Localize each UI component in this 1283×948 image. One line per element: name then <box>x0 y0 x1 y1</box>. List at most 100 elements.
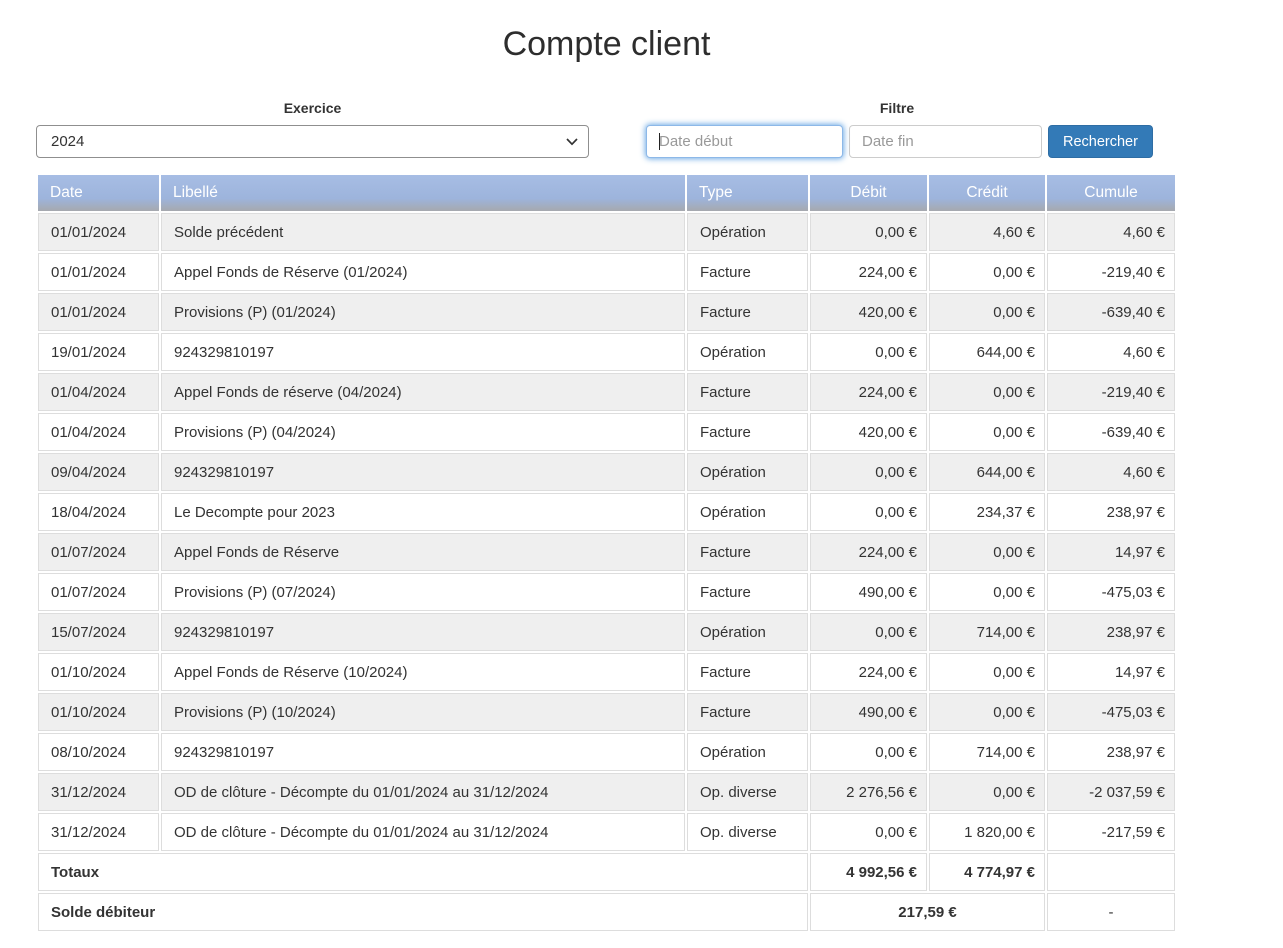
table-row: 15/07/2024924329810197Opération0,00 €714… <box>38 613 1175 651</box>
cell-credit: 0,00 € <box>929 253 1045 291</box>
cell-date: 19/01/2024 <box>38 333 159 371</box>
cell-libelle: Appel Fonds de Réserve <box>161 533 685 571</box>
cell-debit: 2 276,56 € <box>810 773 927 811</box>
solde-debiteur-value: 217,59 € <box>810 893 1045 931</box>
filter-bar: Exercice 2024 Filtre Rechercher <box>36 100 1177 158</box>
cell-debit: 224,00 € <box>810 653 927 691</box>
table-row: 01/10/2024Appel Fonds de Réserve (10/202… <box>38 653 1175 691</box>
cell-cumule: -475,03 € <box>1047 573 1175 611</box>
totaux-cumule <box>1047 853 1175 891</box>
cell-libelle: OD de clôture - Décompte du 01/01/2024 a… <box>161 813 685 851</box>
cell-type: Facture <box>687 653 808 691</box>
cell-credit: 0,00 € <box>929 653 1045 691</box>
cell-debit: 0,00 € <box>810 453 927 491</box>
cell-date: 09/04/2024 <box>38 453 159 491</box>
cell-libelle: Le Decompte pour 2023 <box>161 493 685 531</box>
exercice-label: Exercice <box>36 100 589 116</box>
cell-libelle: Appel Fonds de réserve (04/2024) <box>161 373 685 411</box>
cell-date: 01/10/2024 <box>38 693 159 731</box>
cell-credit: 0,00 € <box>929 373 1045 411</box>
exercice-select[interactable]: 2024 <box>36 125 589 158</box>
table-row: 18/04/2024Le Decompte pour 2023Opération… <box>38 493 1175 531</box>
cell-type: Facture <box>687 413 808 451</box>
cell-libelle: Appel Fonds de Réserve (10/2024) <box>161 653 685 691</box>
table-body: 01/01/2024Solde précédentOpération0,00 €… <box>38 213 1175 851</box>
cell-debit: 490,00 € <box>810 573 927 611</box>
cell-debit: 420,00 € <box>810 413 927 451</box>
text-cursor <box>659 133 660 150</box>
table-row: 01/01/2024Provisions (P) (01/2024)Factur… <box>38 293 1175 331</box>
cell-credit: 0,00 € <box>929 773 1045 811</box>
cell-credit: 234,37 € <box>929 493 1045 531</box>
cell-type: Facture <box>687 253 808 291</box>
cell-date: 01/01/2024 <box>38 213 159 251</box>
totaux-row: Totaux 4 992,56 € 4 774,97 € <box>38 853 1175 891</box>
cell-date: 01/01/2024 <box>38 293 159 331</box>
table-row: 01/04/2024Appel Fonds de réserve (04/202… <box>38 373 1175 411</box>
cell-type: Facture <box>687 573 808 611</box>
cell-cumule: 238,97 € <box>1047 493 1175 531</box>
rechercher-button[interactable]: Rechercher <box>1048 125 1153 158</box>
cell-debit: 420,00 € <box>810 293 927 331</box>
cell-debit: 490,00 € <box>810 693 927 731</box>
solde-debiteur-cumule: - <box>1047 893 1175 931</box>
cell-credit: 0,00 € <box>929 693 1045 731</box>
cell-credit: 0,00 € <box>929 573 1045 611</box>
column-header-libelle: Libellé <box>161 175 685 211</box>
cell-cumule: 4,60 € <box>1047 453 1175 491</box>
cell-credit: 0,00 € <box>929 293 1045 331</box>
cell-date: 18/04/2024 <box>38 493 159 531</box>
cell-credit: 1 820,00 € <box>929 813 1045 851</box>
cell-debit: 0,00 € <box>810 613 927 651</box>
cell-credit: 0,00 € <box>929 533 1045 571</box>
cell-type: Op. diverse <box>687 813 808 851</box>
cell-cumule: 238,97 € <box>1047 613 1175 651</box>
cell-debit: 0,00 € <box>810 493 927 531</box>
cell-cumule: 4,60 € <box>1047 333 1175 371</box>
cell-cumule: 14,97 € <box>1047 653 1175 691</box>
table-row: 19/01/2024924329810197Opération0,00 €644… <box>38 333 1175 371</box>
cell-cumule: -639,40 € <box>1047 413 1175 451</box>
cell-date: 08/10/2024 <box>38 733 159 771</box>
cell-libelle: 924329810197 <box>161 733 685 771</box>
cell-type: Opération <box>687 613 808 651</box>
cell-libelle: Appel Fonds de Réserve (01/2024) <box>161 253 685 291</box>
table-row: 01/07/2024Provisions (P) (07/2024)Factur… <box>38 573 1175 611</box>
table-row: 31/12/2024OD de clôture - Décompte du 01… <box>38 773 1175 811</box>
cell-type: Opération <box>687 493 808 531</box>
cell-type: Facture <box>687 533 808 571</box>
cell-date: 01/07/2024 <box>38 533 159 571</box>
cell-date: 31/12/2024 <box>38 813 159 851</box>
cell-libelle: 924329810197 <box>161 613 685 651</box>
cell-cumule: -219,40 € <box>1047 373 1175 411</box>
cell-libelle: OD de clôture - Décompte du 01/01/2024 a… <box>161 773 685 811</box>
filtre-group: Filtre Rechercher <box>646 100 1148 158</box>
date-debut-input[interactable] <box>646 125 843 158</box>
page-title: Compte client <box>36 24 1177 64</box>
table-row: 31/12/2024OD de clôture - Décompte du 01… <box>38 813 1175 851</box>
cell-debit: 224,00 € <box>810 253 927 291</box>
cell-cumule: -2 037,59 € <box>1047 773 1175 811</box>
totaux-debit: 4 992,56 € <box>810 853 927 891</box>
cell-libelle: Provisions (P) (10/2024) <box>161 693 685 731</box>
exercice-group: Exercice 2024 <box>36 100 589 158</box>
table-row: 08/10/2024924329810197Opération0,00 €714… <box>38 733 1175 771</box>
date-fin-input[interactable] <box>849 125 1042 158</box>
cell-type: Op. diverse <box>687 773 808 811</box>
cell-debit: 0,00 € <box>810 733 927 771</box>
table-row: 01/10/2024Provisions (P) (10/2024)Factur… <box>38 693 1175 731</box>
exercice-select-wrap: 2024 <box>36 125 589 158</box>
cell-libelle: Solde précédent <box>161 213 685 251</box>
cell-libelle: 924329810197 <box>161 333 685 371</box>
cell-debit: 0,00 € <box>810 333 927 371</box>
column-header-credit: Crédit <box>929 175 1045 211</box>
totaux-label: Totaux <box>38 853 808 891</box>
table-row: 01/01/2024Solde précédentOpération0,00 €… <box>38 213 1175 251</box>
cell-credit: 714,00 € <box>929 733 1045 771</box>
cell-date: 01/04/2024 <box>38 413 159 451</box>
cell-credit: 714,00 € <box>929 613 1045 651</box>
table-row: 01/04/2024Provisions (P) (04/2024)Factur… <box>38 413 1175 451</box>
cell-date: 15/07/2024 <box>38 613 159 651</box>
table-footer: Totaux 4 992,56 € 4 774,97 € Solde débit… <box>38 853 1175 931</box>
cell-type: Facture <box>687 693 808 731</box>
